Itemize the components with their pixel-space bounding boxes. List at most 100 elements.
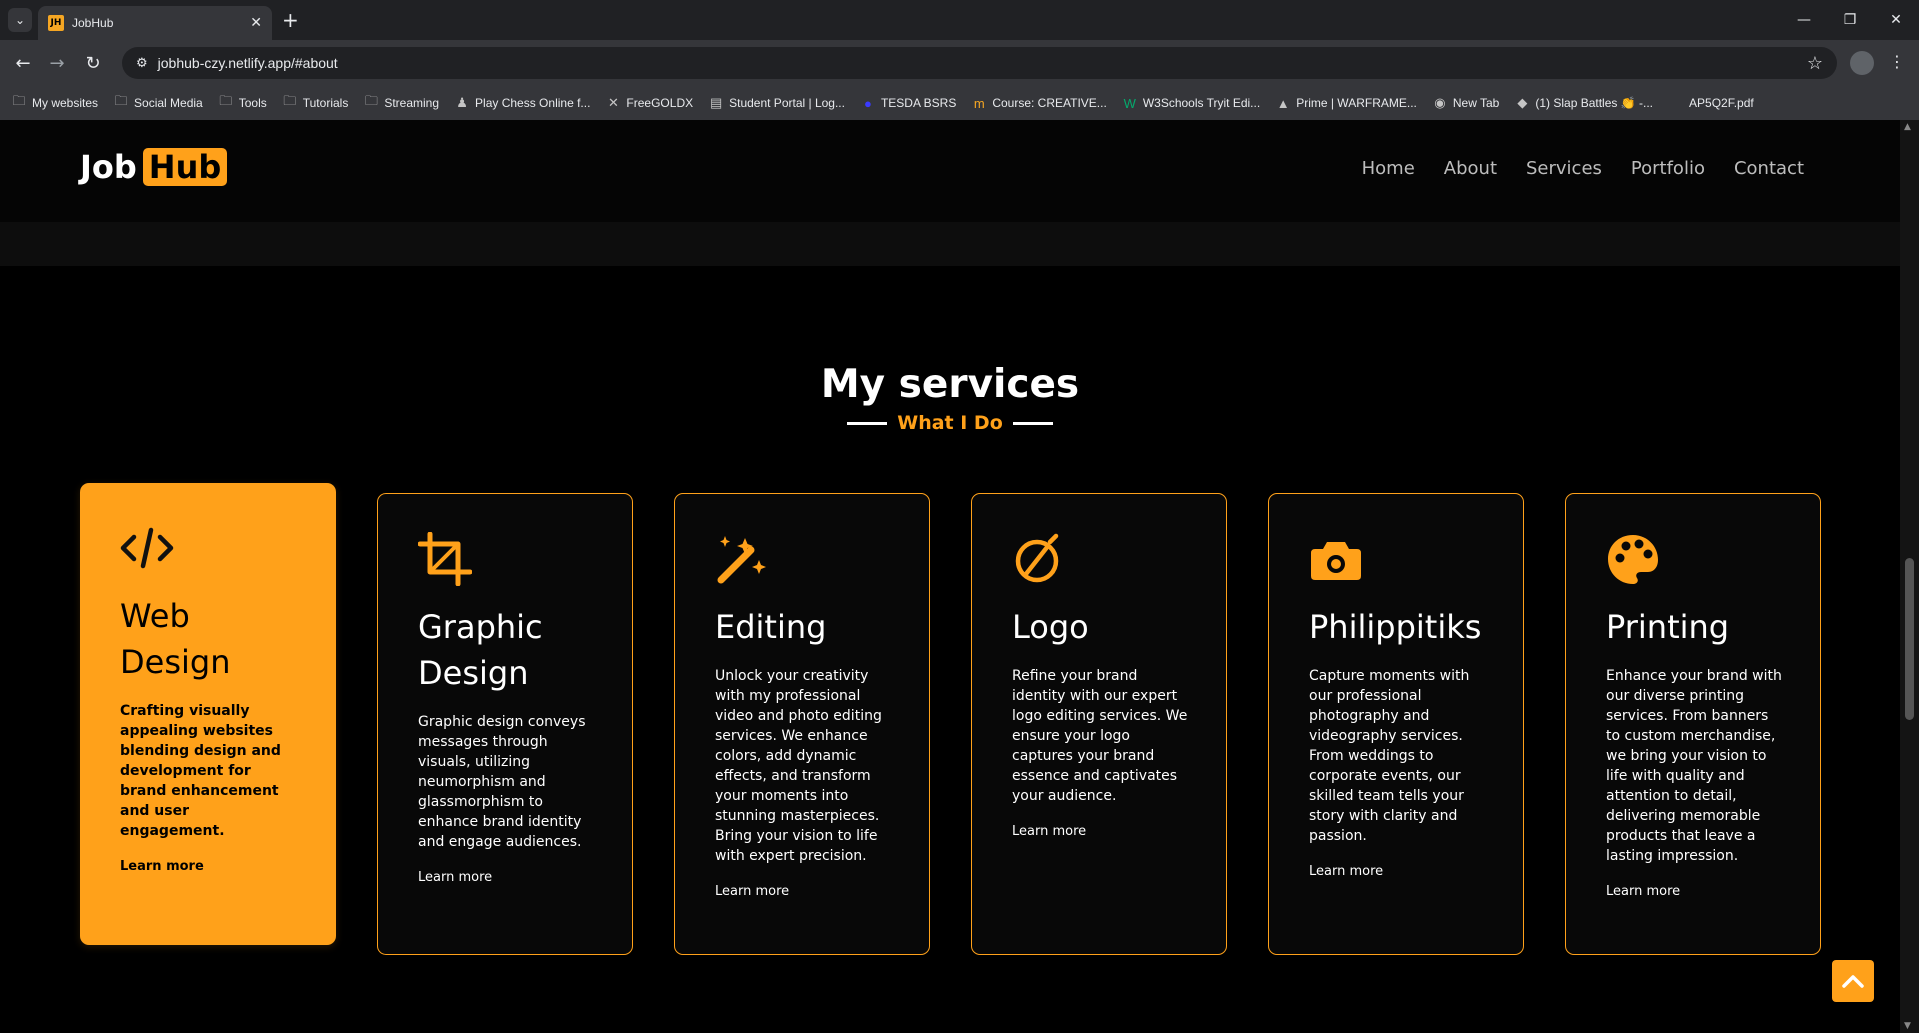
new-tab-button[interactable]: + xyxy=(282,8,299,32)
bookmark-item[interactable]: ▲ Prime | WARFRAME... xyxy=(1276,96,1417,111)
service-card-title: Graphic Design xyxy=(418,608,543,692)
w3-icon: W xyxy=(1123,95,1136,111)
minimize-button[interactable]: — xyxy=(1781,0,1827,40)
folder-icon: 🗀 xyxy=(12,93,26,108)
scroll-up-arrow[interactable]: ▲ xyxy=(1904,122,1911,132)
restore-button[interactable]: ❐ xyxy=(1827,0,1873,40)
bookmark-item[interactable]: 🗀 Streaming xyxy=(364,92,439,114)
back-to-top-button[interactable] xyxy=(1832,960,1874,1002)
bookmark-label: Course: CREATIVE... xyxy=(992,96,1107,110)
service-card[interactable]: Graphic Design Graphic design conveys mes… xyxy=(377,493,633,955)
learn-more-link[interactable]: Learn more xyxy=(1606,884,1782,899)
tab-search-button[interactable]: ⌄ xyxy=(8,8,32,32)
browser-tab[interactable]: JH JobHub ✕ xyxy=(38,6,272,40)
service-card-description: Enhance your brand with our diverse prin… xyxy=(1606,668,1782,864)
profile-avatar[interactable] xyxy=(1850,51,1874,75)
bookmark-item[interactable]: 🗀 My websites xyxy=(12,92,98,114)
folder-icon: 🗀 xyxy=(364,93,378,108)
bookmark-label: (1) Slap Battles 👏 -... xyxy=(1535,96,1654,110)
camera-icon xyxy=(1309,532,1363,586)
bookmark-star-icon[interactable]: ☆ xyxy=(1807,53,1823,74)
service-card-description: Crafting visually appealing websites ble… xyxy=(120,703,281,839)
bookmark-item[interactable]: ◉ New Tab xyxy=(1433,95,1499,111)
section-title: My services xyxy=(820,362,1080,407)
bookmark-item[interactable]: 🗀 Social Media xyxy=(114,92,203,114)
service-card-description: Graphic design conveys messages through … xyxy=(418,714,586,850)
bookmark-label: Tutorials xyxy=(302,96,349,110)
learn-more-link[interactable]: Learn more xyxy=(715,884,891,899)
bookmark-item[interactable]: ✕ FreeGOLDX xyxy=(606,95,693,111)
bookmark-item[interactable]: ● TESDA BSRS xyxy=(861,96,956,111)
roblox-icon: ◆ xyxy=(1517,95,1528,110)
service-card[interactable]: Printing Enhance your brand with our dive… xyxy=(1565,493,1821,955)
service-card[interactable]: Web Design Crafting visually appealing we… xyxy=(80,483,336,945)
section-divider xyxy=(0,222,1900,266)
bookmark-label: AP5Q2F.pdf xyxy=(1689,96,1754,110)
bookmark-item[interactable]: 🗀 Tutorials xyxy=(283,92,349,114)
bookmark-item[interactable]: ▤ Student Portal | Log... xyxy=(709,95,845,111)
subtitle-text: What I Do xyxy=(897,412,1003,434)
reload-button[interactable]: ↻ xyxy=(80,50,106,76)
crop-icon xyxy=(417,531,473,587)
service-card[interactable]: Philippitiks Capture moments with our pro… xyxy=(1268,493,1524,955)
bookmark-label: Social Media xyxy=(134,96,203,110)
palette-icon xyxy=(1606,532,1660,586)
bookmark-label: Student Portal | Log... xyxy=(729,96,845,110)
service-card-title: Editing xyxy=(715,608,827,646)
folder-icon: 🗀 xyxy=(114,93,128,108)
nav-home[interactable]: Home xyxy=(1362,158,1415,179)
site-navbar: Job Hub Home About Services Portfolio Co… xyxy=(0,120,1900,222)
folder-icon: 🗀 xyxy=(283,93,297,108)
subtitle-line-left xyxy=(847,421,888,425)
nav-services[interactable]: Services xyxy=(1526,158,1602,179)
nav-portfolio[interactable]: Portfolio xyxy=(1631,158,1705,179)
scrollbar-thumb[interactable] xyxy=(1905,558,1914,720)
scrollbar[interactable]: ▲ ▼ xyxy=(1900,120,1919,1033)
service-card-title: Printing xyxy=(1606,608,1730,646)
site-logo[interactable]: Job Hub xyxy=(80,148,228,186)
forward-button[interactable]: → xyxy=(44,50,70,76)
browser-tab-strip: ⌄ JH JobHub ✕ + — ❐ ✕ xyxy=(0,0,1919,40)
service-card-description: Refine your brand identity with our expe… xyxy=(1012,668,1188,804)
scroll-down-arrow[interactable]: ▼ xyxy=(1904,1021,1911,1031)
bookmark-item[interactable]: ♟ Play Chess Online f... xyxy=(455,95,590,111)
bookmark-item[interactable]: W W3Schools Tryit Edi... xyxy=(1123,95,1261,111)
chess-icon: ♟ xyxy=(456,95,468,110)
browser-menu-icon[interactable]: ⋮ xyxy=(1889,52,1905,71)
tab-title: JobHub xyxy=(72,16,114,30)
bookmark-item[interactable]: 🗀 Tools xyxy=(219,92,267,114)
service-card[interactable]: Logo Refine your brand identity with our … xyxy=(971,493,1227,955)
compass-icon xyxy=(1012,532,1066,586)
service-card[interactable]: Editing Unlock your creativity with my pr… xyxy=(674,493,930,955)
learn-more-link[interactable]: Learn more xyxy=(120,859,298,874)
nav-about[interactable]: About xyxy=(1444,158,1497,179)
close-window-button[interactable]: ✕ xyxy=(1873,0,1919,40)
bookmark-item[interactable]: m Course: CREATIVE... xyxy=(972,95,1107,111)
learn-more-link[interactable]: Learn more xyxy=(1012,824,1188,839)
close-icon[interactable]: ✕ xyxy=(250,15,262,31)
bookmark-label: Play Chess Online f... xyxy=(475,96,591,110)
bookmark-label: Tools xyxy=(238,96,267,110)
service-card-title: Philippitiks xyxy=(1309,608,1482,646)
service-card-description: Unlock your creativity with my professio… xyxy=(715,668,882,864)
page-icon: ▤ xyxy=(709,95,723,110)
course-icon: m xyxy=(973,95,985,111)
learn-more-link[interactable]: Learn more xyxy=(1309,864,1485,879)
nav-links: Home About Services Portfolio Contact xyxy=(1362,158,1804,179)
site-info-icon[interactable]: ⚙ xyxy=(136,56,148,71)
bookmark-label: Prime | WARFRAME... xyxy=(1296,96,1417,110)
bookmark-label: Streaming xyxy=(384,96,440,110)
service-card-description: Capture moments with our professional ph… xyxy=(1309,668,1470,844)
learn-more-link[interactable]: Learn more xyxy=(418,870,594,885)
service-card-title: Logo xyxy=(1012,608,1089,646)
back-button[interactable]: ← xyxy=(10,50,36,76)
prime-icon: ▲ xyxy=(1276,95,1290,111)
bookmark-label: FreeGOLDX xyxy=(626,96,694,110)
bookmark-item[interactable]: ◆ (1) Slap Battles 👏 -... xyxy=(1515,95,1653,111)
logo-hub-text: Hub xyxy=(142,148,228,186)
address-bar[interactable]: ⚙ jobhub-czy.netlify.app/#about ☆ xyxy=(122,47,1837,79)
nav-contact[interactable]: Contact xyxy=(1734,158,1804,179)
favicon-icon: JH xyxy=(48,15,64,31)
bookmark-item[interactable]: AP5Q2F.pdf xyxy=(1669,96,1754,110)
url-text[interactable]: jobhub-czy.netlify.app/#about xyxy=(158,55,1797,71)
